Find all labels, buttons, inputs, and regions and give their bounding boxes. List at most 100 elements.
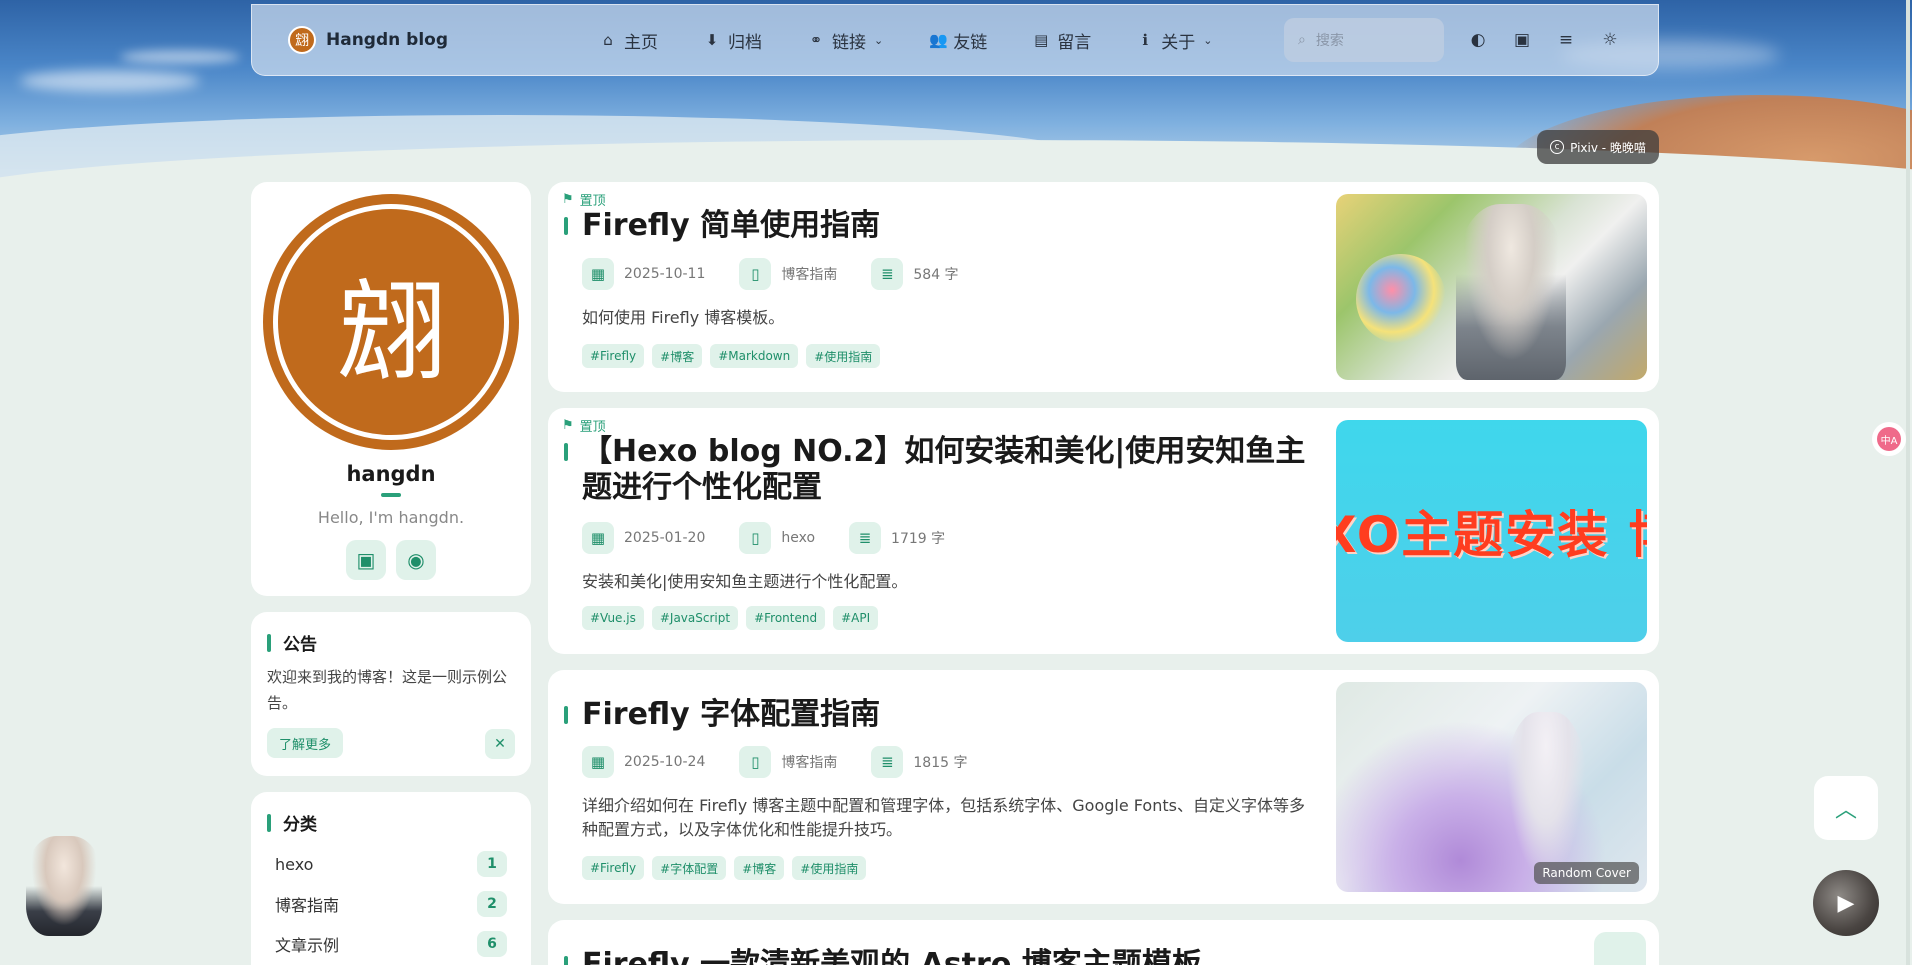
post-meta: ▦ 2025-10-11 ▯ 博客指南 ≣ 584 字: [582, 258, 959, 290]
nav-label: 友链: [953, 32, 988, 53]
post-cover[interactable]: Random Cover: [1336, 682, 1647, 892]
tag[interactable]: #字体配置: [652, 856, 727, 880]
pinned-badge: ⚑ 置顶: [562, 416, 606, 435]
post-card[interactable]: Firefly 一款清新美观的 Astro 博客主题模板: [548, 920, 1659, 965]
nav-item-home[interactable]: ⌂ 主页: [588, 22, 670, 59]
post-card[interactable]: ⚑ 置顶 【Hexo blog NO.2】如何安装和美化|使用安知鱼主题进行个性…: [548, 408, 1659, 654]
tag[interactable]: #JavaScript: [651, 606, 739, 630]
profile-divider: [381, 493, 401, 497]
copyright-icon: c: [1550, 140, 1565, 154]
tag[interactable]: #API: [833, 606, 879, 630]
tag[interactable]: #使用指南: [792, 856, 867, 880]
post-category[interactable]: hexo: [781, 530, 815, 546]
avatar-seal: 翝: [273, 204, 509, 440]
nav-item-archive[interactable]: ⬇ 归档: [692, 22, 774, 59]
nav-item-about[interactable]: ℹ 关于 ⌄: [1125, 22, 1224, 59]
post-title[interactable]: Firefly 简单使用指南: [582, 208, 1322, 244]
post-category[interactable]: 博客指南: [781, 752, 837, 772]
post-title[interactable]: Firefly 一款清新美观的 Astro 博客主题模板: [582, 947, 1482, 965]
post-tags: #Firefly #博客 #Markdown #使用指南: [582, 344, 881, 368]
category-item[interactable]: hexo 1: [263, 844, 519, 884]
title-bar: [564, 956, 568, 965]
menu-icon[interactable]: ≡: [1554, 28, 1578, 52]
nav-label: 归档: [728, 32, 762, 53]
github-icon[interactable]: ◉: [396, 540, 436, 580]
tag[interactable]: #Frontend: [746, 606, 826, 630]
book-icon: ▯: [739, 522, 772, 554]
category-count: 1: [477, 851, 507, 877]
post-title[interactable]: 【Hexo blog NO.2】如何安装和美化|使用安知鱼主题进行个性化配置: [582, 434, 1322, 506]
pin-icon: ⚑: [562, 192, 574, 207]
post-cover[interactable]: [1336, 194, 1647, 380]
tag[interactable]: #Vue.js: [582, 606, 644, 630]
music-player-button[interactable]: ▶: [1813, 870, 1879, 936]
close-icon[interactable]: ✕: [485, 729, 515, 759]
category-heading: 分类: [267, 810, 317, 835]
bilibili-icon[interactable]: ▣: [346, 540, 386, 580]
sun-icon[interactable]: ☼: [1598, 28, 1622, 52]
title-bar: [564, 706, 568, 724]
pin-icon: ⚑: [562, 418, 574, 433]
category-item[interactable]: 文章示例 6: [263, 924, 519, 964]
heading-bar: [267, 813, 271, 832]
search-box[interactable]: ⌕ 搜索: [1284, 18, 1444, 62]
translate-icon: 中A: [1877, 427, 1901, 451]
notice-text: 欢迎来到我的博客！这是一则示例公告。: [267, 668, 508, 712]
cover-character: [1506, 712, 1586, 882]
wordcount-icon: ≣: [871, 258, 904, 290]
avatar[interactable]: 翝: [263, 194, 519, 450]
search-icon: ⌕: [1298, 32, 1306, 48]
tag[interactable]: #博客: [652, 344, 703, 368]
credit-text: Pixiv - 晚晚喵: [1570, 140, 1646, 155]
calendar-icon: ▦: [582, 522, 614, 554]
post-date: 2025-01-20: [624, 530, 706, 546]
info-icon: ℹ: [1142, 31, 1149, 49]
title-bar: [564, 443, 568, 461]
category-count: 2: [477, 891, 507, 917]
brand-title: Hangdn blog: [326, 30, 449, 50]
calendar-icon: ▦: [582, 258, 614, 290]
pinned-label: 置顶: [579, 194, 606, 209]
post-card[interactable]: ⚑ 置顶 Firefly 简单使用指南 ▦ 2025-10-11 ▯ 博客指南 …: [548, 182, 1659, 392]
profile-card: 翝 hangdn Hello, I'm hangdn. ▣ ◉: [251, 182, 531, 596]
brand-link[interactable]: 翝 Hangdn blog: [288, 26, 548, 54]
nav-menu: ⌂ 主页 ⬇ 归档 ⚭ 链接 ⌄ 👥 友链 ▤ 留言 ℹ 关于 ⌄: [588, 22, 1224, 59]
post-words: 1815 字: [913, 755, 968, 771]
pinned-badge: ⚑ 置顶: [562, 190, 606, 209]
calendar-icon: ▦: [582, 746, 614, 778]
image-icon[interactable]: ▣: [1510, 28, 1534, 52]
category-name: hexo: [275, 854, 314, 874]
post-meta: ▦ 2025-01-20 ▯ hexo ≣ 1719 字: [582, 522, 945, 554]
tag[interactable]: #Firefly: [582, 344, 645, 368]
nav-item-guestbook[interactable]: ▤ 留言: [1021, 22, 1103, 59]
post-cover[interactable]: [1594, 932, 1646, 965]
post-title[interactable]: Firefly 字体配置指南: [582, 697, 1322, 733]
toolbar: ◐ ▣ ≡ ☼: [1466, 28, 1622, 52]
home-icon: ⌂: [603, 31, 613, 49]
scroll-to-top-button[interactable]: ︿: [1814, 776, 1878, 840]
post-meta: ▦ 2025-10-24 ▯ 博客指南 ≣ 1815 字: [582, 746, 967, 778]
wordcount-icon: ≣: [849, 522, 882, 554]
post-category[interactable]: 博客指南: [781, 264, 837, 284]
post-description: 安装和美化|使用安知鱼主题进行个性化配置。: [582, 572, 908, 591]
archive-icon: ⬇: [705, 31, 719, 49]
category-item[interactable]: 博客指南 2: [263, 884, 519, 924]
learn-more-button[interactable]: 了解更多: [267, 728, 344, 758]
nav-label: 主页: [624, 32, 658, 53]
post-cover[interactable]: XO主题安装 博客美化: [1336, 420, 1647, 642]
mascot-character[interactable]: [26, 836, 102, 936]
tag[interactable]: #Markdown: [710, 344, 799, 368]
banner-credit[interactable]: c Pixiv - 晚晚喵: [1537, 130, 1659, 164]
nav-item-friends[interactable]: 👥 友链: [917, 22, 999, 59]
tag[interactable]: #Firefly: [582, 856, 645, 880]
nav-label: 留言: [1057, 32, 1092, 53]
translate-button[interactable]: 中A: [1872, 422, 1906, 456]
tag[interactable]: #博客: [734, 856, 785, 880]
scrollbar[interactable]: [1906, 0, 1910, 965]
nav-item-links[interactable]: ⚭ 链接 ⌄: [796, 22, 895, 59]
post-card[interactable]: Firefly 字体配置指南 ▦ 2025-10-24 ▯ 博客指南 ≣ 181…: [548, 670, 1659, 904]
post-description: 如何使用 Firefly 博客模板。: [582, 308, 785, 327]
tag[interactable]: #使用指南: [806, 344, 881, 368]
palette-icon[interactable]: ◐: [1466, 28, 1490, 52]
comment-icon: ▤: [1034, 31, 1049, 49]
